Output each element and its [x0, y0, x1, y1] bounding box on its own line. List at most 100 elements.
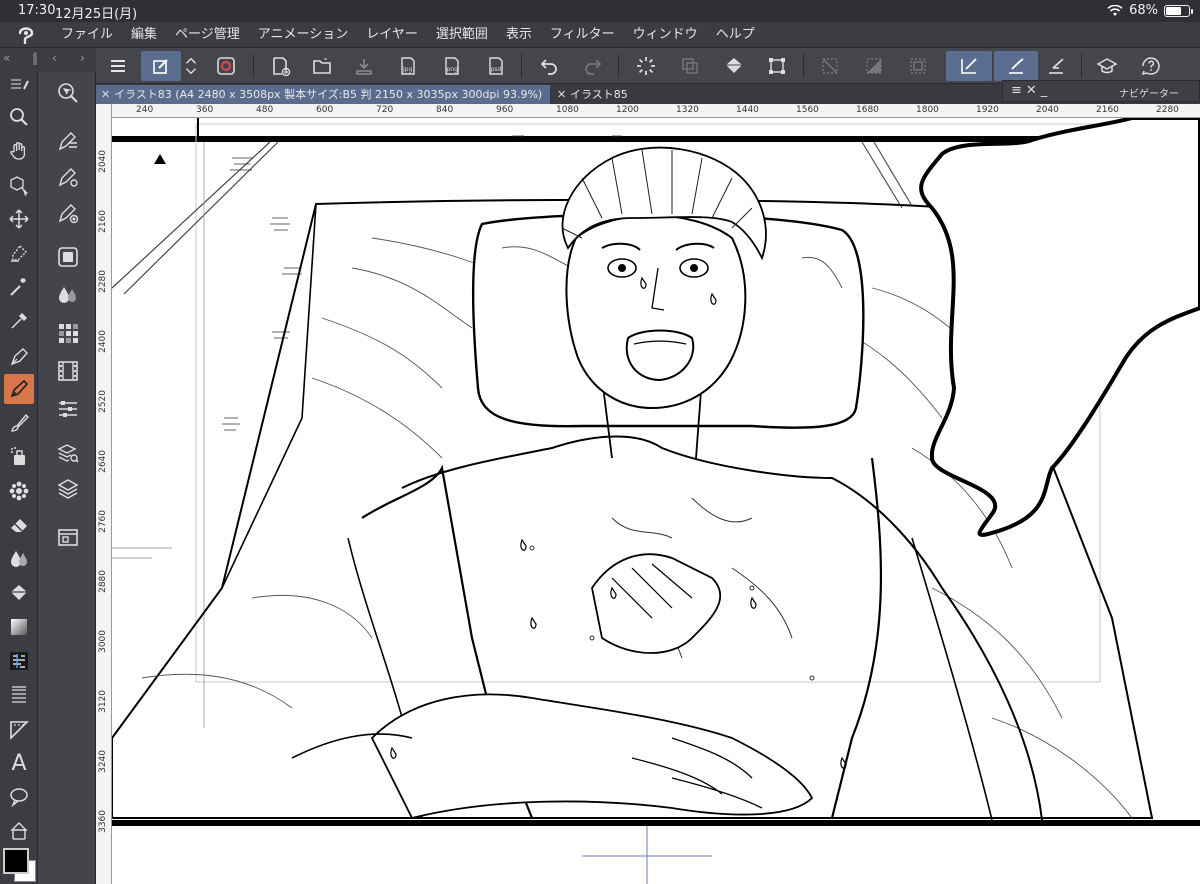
- decoration-icon[interactable]: [4, 476, 34, 506]
- new-layer-icon[interactable]: [141, 51, 181, 81]
- navigator-controls-icon[interactable]: ≡✕_: [1011, 83, 1051, 98]
- layer-property-icon[interactable]: [53, 394, 83, 424]
- menu-view[interactable]: 表示: [497, 22, 541, 48]
- object-icon[interactable]: [4, 170, 34, 200]
- menu-edit[interactable]: 編集: [122, 22, 166, 48]
- transform-icon[interactable]: [762, 51, 792, 81]
- drawing-canvas[interactable]: [112, 118, 1200, 884]
- frame-icon[interactable]: [4, 680, 34, 710]
- tab-illustration-83[interactable]: ✕ イラスト83 (A4 2480 x 3508px 製本サイズ:B5 判 21…: [96, 85, 551, 104]
- eraser-icon[interactable]: [4, 510, 34, 540]
- tool-palette-menu-icon[interactable]: [4, 74, 34, 94]
- brush-icon[interactable]: [4, 408, 34, 438]
- chevron-updown-icon[interactable]: [181, 51, 201, 81]
- pen-icon[interactable]: [4, 342, 34, 372]
- ruler-label: 1920: [976, 105, 999, 115]
- redo-icon[interactable]: [578, 51, 608, 81]
- help-icon[interactable]: [1136, 51, 1166, 81]
- new-page-icon[interactable]: [265, 51, 295, 81]
- save-icon[interactable]: [349, 51, 379, 81]
- ruler-label: 600: [316, 105, 334, 115]
- status-time: 17:30: [18, 3, 56, 18]
- menu-page[interactable]: ページ管理: [166, 22, 249, 48]
- eyedropper-icon[interactable]: [4, 306, 34, 336]
- menu-bar: ファイル 編集 ページ管理 アニメーション レイヤー 選択範囲 表示 フィルター…: [0, 22, 1200, 48]
- menu-filter[interactable]: フィルター: [541, 22, 624, 48]
- separator: [618, 54, 619, 78]
- foreground-color-swatch[interactable]: [3, 848, 29, 874]
- export-png-icon[interactable]: png: [437, 51, 467, 81]
- select-icon[interactable]: [4, 238, 34, 268]
- export-psd-icon[interactable]: psd: [481, 51, 511, 81]
- selection-border-icon[interactable]: [903, 51, 933, 81]
- ruler-label: 2040: [98, 150, 108, 173]
- close-icon[interactable]: ✕: [101, 85, 110, 104]
- ruler-label: 1440: [736, 105, 759, 115]
- ruler-label: 3000: [98, 630, 108, 653]
- menu-selection[interactable]: 選択範囲: [427, 22, 497, 48]
- menu-window[interactable]: ウィンドウ: [624, 22, 707, 48]
- loading-icon[interactable]: [631, 51, 661, 81]
- learn-icon[interactable]: [1092, 51, 1122, 81]
- move-icon[interactable]: [4, 204, 34, 234]
- pen-stroke-icon[interactable]: [946, 51, 992, 81]
- color-history-icon[interactable]: [53, 318, 83, 348]
- blend-icon[interactable]: [4, 544, 34, 574]
- navigator-title: ナビゲーター: [1119, 89, 1179, 100]
- sub-tool-detail-icon[interactable]: [53, 126, 83, 156]
- layer-icon[interactable]: [53, 474, 83, 504]
- palette-expand-icon[interactable]: ›: [80, 51, 85, 65]
- material-icon[interactable]: [53, 522, 83, 552]
- ruler-label: 2400: [98, 330, 108, 353]
- magic-wand-icon[interactable]: [4, 272, 34, 302]
- fill-icon[interactable]: [4, 578, 34, 608]
- layer-transform-icon[interactable]: [675, 51, 705, 81]
- brush-size-icon[interactable]: [53, 198, 83, 228]
- ruler-label: 3240: [98, 750, 108, 773]
- gradient-icon[interactable]: [4, 612, 34, 642]
- app-window: 17:30 12月25日(月) 68% ファイル 編集 ページ管理 アニメーショ…: [0, 0, 1200, 884]
- close-icon[interactable]: ✕: [557, 85, 566, 104]
- balloon-icon[interactable]: [4, 782, 34, 812]
- lasso-mark-icon[interactable]: [211, 51, 241, 81]
- timeline-icon[interactable]: [53, 356, 83, 386]
- tab-label: イラスト83 (A4 2480 x 3508px 製本サイズ:B5 判 2150…: [114, 88, 543, 101]
- sub-tool-palette: [38, 72, 96, 884]
- open-folder-icon[interactable]: [307, 51, 337, 81]
- text-icon[interactable]: A: [4, 748, 34, 778]
- ruler-stroke-icon[interactable]: [1041, 51, 1071, 81]
- palette-grip-icon[interactable]: ‖: [32, 51, 38, 65]
- battery-percent: 68%: [1129, 3, 1158, 18]
- figure-icon[interactable]: [4, 646, 34, 676]
- export-jpg-icon[interactable]: jpg: [393, 51, 423, 81]
- color-set-icon[interactable]: [53, 280, 83, 310]
- menu-layer[interactable]: レイヤー: [357, 22, 427, 48]
- collapse-left-icon[interactable]: «: [3, 51, 10, 65]
- hand-icon[interactable]: [4, 136, 34, 166]
- ruler-label: 3360: [98, 810, 108, 833]
- ruler-label: 1080: [556, 105, 579, 115]
- layer-search-icon[interactable]: [53, 438, 83, 468]
- brush-stroke-icon[interactable]: [994, 51, 1038, 81]
- ruler-label: 1320: [676, 105, 699, 115]
- ruler-icon[interactable]: [4, 714, 34, 744]
- navigator-icon[interactable]: [53, 78, 83, 108]
- menu-file[interactable]: ファイル: [52, 22, 122, 48]
- tab-illustration-85[interactable]: ✕ イラスト85: [552, 85, 636, 104]
- menu-help[interactable]: ヘルプ: [707, 22, 764, 48]
- invert-selection-icon[interactable]: [859, 51, 889, 81]
- tool-property-icon[interactable]: [53, 162, 83, 192]
- fill-icon[interactable]: [719, 51, 749, 81]
- app-logo-icon[interactable]: [0, 22, 52, 48]
- pencil-icon[interactable]: [4, 374, 34, 404]
- undo-icon[interactable]: [534, 51, 564, 81]
- zoom-icon[interactable]: [4, 102, 34, 132]
- correction-icon[interactable]: [4, 816, 34, 846]
- deselect-icon[interactable]: [815, 51, 845, 81]
- menu-animation[interactable]: アニメーション: [249, 22, 357, 48]
- color-wheel-icon[interactable]: [53, 242, 83, 272]
- horizontal-ruler: 240 360 480 600 720 840 960 1080 1200 1320 1440 156…: [112, 104, 1200, 118]
- menu-icon[interactable]: [103, 51, 133, 81]
- airbrush-icon[interactable]: [4, 442, 34, 472]
- palette-collapse-icon[interactable]: ‹: [52, 51, 57, 65]
